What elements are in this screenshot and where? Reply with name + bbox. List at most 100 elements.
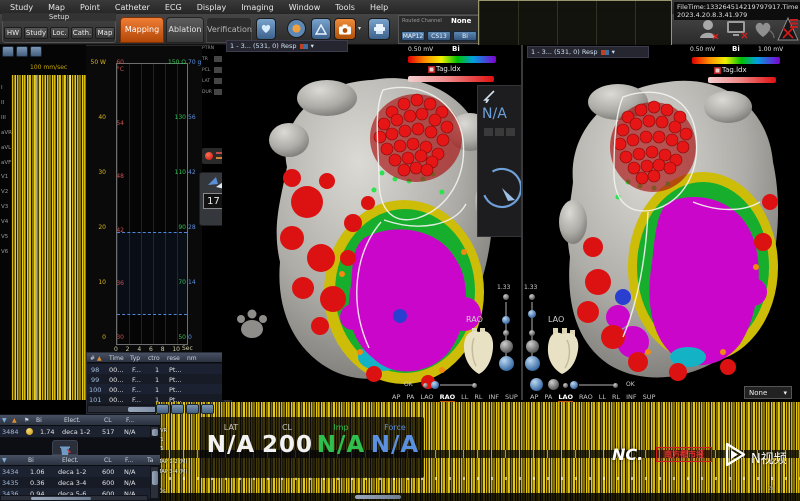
tableA-header[interactable]: ▼ ▲ ⚑ Bi Elect. CL F... [0,415,160,426]
menu-map[interactable]: Map [48,3,65,12]
na-box-2[interactable] [495,128,504,136]
sortA-icon[interactable]: ▲ [12,417,17,424]
view2-sup-button[interactable]: SUP [643,393,656,401]
menu-point[interactable]: Point [80,3,100,12]
na-box-1[interactable] [484,128,493,136]
view2-ll-button[interactable]: LL [599,393,606,401]
orientation-gauge[interactable] [480,142,524,234]
overlay-dropdown[interactable]: None▾ [744,386,792,399]
point-row-99[interactable]: 99 00... F... 1 Pt... [87,374,223,384]
view2-globe-button-2[interactable] [530,378,543,391]
strip-tool-4[interactable] [201,404,214,414]
view1-zoom-handle[interactable] [502,316,510,324]
view2-rotate-button-2[interactable] [548,379,559,390]
view2-globe-button[interactable] [525,356,540,371]
routed-bi-button[interactable]: Bi [453,31,477,41]
tableB-row-3434[interactable]: 3434 1.06 deca 1-2 600 N/A [0,466,150,477]
setup-loc-button[interactable]: Loc. [50,27,69,39]
setup-map-button[interactable]: Map [95,27,115,39]
routed-map12-button[interactable]: MAP12 [401,31,425,41]
view2-rl-button[interactable]: RL [612,393,620,401]
signal-popup-window[interactable] [478,0,672,47]
strip-tool-3[interactable] [186,404,199,414]
reference-patch-icon[interactable] [753,20,775,40]
tableB-hscrollbar[interactable] [0,495,148,501]
view1-header[interactable]: 1 - 3... (531, 0) Resp ▾ [226,40,348,52]
view1-zoom-dot-top[interactable] [503,294,509,300]
caliper-line-2[interactable] [70,75,71,400]
view2-zoom-handle[interactable] [528,310,536,318]
menu-window[interactable]: Window [289,3,321,12]
point-row-98[interactable]: 98 00... F... 1 Pt... [87,364,223,374]
tableB-vscrollbar[interactable] [150,466,159,499]
view2-voltage-colorbar[interactable] [692,57,780,64]
print-button[interactable] [368,18,390,40]
view2-tag-colorbar[interactable] [708,77,776,83]
menu-imaging[interactable]: Imaging [241,3,274,12]
point-row-100[interactable]: 100 00... F... 1 Pt... [87,384,223,394]
view2-ok-button[interactable]: OK [626,382,635,388]
routed-channel-value[interactable]: None [451,18,471,25]
caliper-line-1[interactable] [36,75,37,400]
view2-pan-handle[interactable] [570,381,578,389]
view2-rao-button[interactable]: RAO [579,393,593,401]
view2-zoom-dot-bottom[interactable] [529,330,535,336]
view2-ap-button[interactable]: AP [530,393,538,401]
compass-button[interactable] [287,19,306,38]
view1-pan-track[interactable] [440,384,472,386]
na-box-3[interactable] [506,128,515,136]
menu-display[interactable]: Display [197,3,227,12]
view2-zoom-dot-top[interactable] [529,294,535,300]
ecg-tool-button-3[interactable] [30,46,42,57]
ecg-tool-button-1[interactable] [2,46,14,57]
tableA-row-3484[interactable]: 3484 1.74 deca 1-2 517 N/A [0,426,150,437]
filter-icon[interactable]: ▼ [2,417,7,424]
view1-ll-button[interactable]: LL [461,393,468,401]
paw-marker-icon[interactable] [234,304,270,342]
view1-header-chevron[interactable]: ▾ [311,42,314,50]
tag-size-value[interactable]: 17 [203,193,224,209]
view2-header-chevron[interactable]: ▾ [612,48,615,56]
ecg-tool-button-2[interactable] [16,46,28,57]
strip-tool-2[interactable] [171,404,184,414]
view1-pan-handle[interactable] [431,381,439,389]
view1-ap-button[interactable]: AP [392,393,400,401]
rf-warning-icon[interactable] [777,16,799,42]
view1-orientation-heart-icon[interactable] [460,326,498,376]
view1-rl-button[interactable]: RL [474,393,482,401]
view1-ok-button[interactable]: OK [404,382,413,388]
view1-voltage-colorbar[interactable] [408,56,496,63]
menu-help[interactable]: Help [370,3,388,12]
deleted-points-tab[interactable] [52,440,78,455]
view1-lao-button[interactable]: LAO [420,393,433,401]
view1-inf-button[interactable]: INF [489,393,500,401]
strip-tool-1[interactable] [156,404,169,414]
annotation-scrollbar[interactable] [155,493,800,501]
monitor-icon[interactable] [725,19,749,40]
tableA-vscrollbar[interactable] [150,426,159,437]
view2-orientation-heart-icon[interactable] [543,326,583,376]
tab-mapping[interactable]: Mapping [120,17,164,43]
snapshot-button[interactable] [334,18,356,40]
setup-cath-button[interactable]: Cath. [71,27,93,39]
view1-tag-colorbar[interactable] [408,76,494,82]
menu-study[interactable]: Study [10,3,33,12]
heart-map-button[interactable] [256,18,276,40]
field-scaling-button[interactable] [311,18,331,40]
view2-pan-dot-right[interactable] [613,383,618,388]
view2-pan-track[interactable] [579,384,613,386]
menu-tools[interactable]: Tools [335,3,355,12]
view2-pan-dot-left[interactable] [563,383,568,388]
view2-inf-button[interactable]: INF [626,393,637,401]
view1-globe-button[interactable] [499,356,514,371]
snapshot-dropdown-chevron[interactable]: ▾ [358,25,361,32]
view2-pa-button[interactable]: PA [544,393,552,401]
view1-sup-button[interactable]: SUP [505,393,518,401]
view1-zoom-dot-bottom[interactable] [503,330,509,336]
tableB-row-3435[interactable]: 3435 0.36 deca 3-4 600 N/A [0,477,150,488]
view2-header[interactable]: 1 - 3... (531, 0) Resp ▾ [527,46,649,58]
tableB-header[interactable]: ▼ Bi Elect. CL F... Ta [0,455,160,466]
tab-ablation[interactable]: Ablation [166,17,204,43]
view1-pan-dot-right[interactable] [472,383,477,388]
routed-cs13-button[interactable]: CS13 [427,31,451,41]
